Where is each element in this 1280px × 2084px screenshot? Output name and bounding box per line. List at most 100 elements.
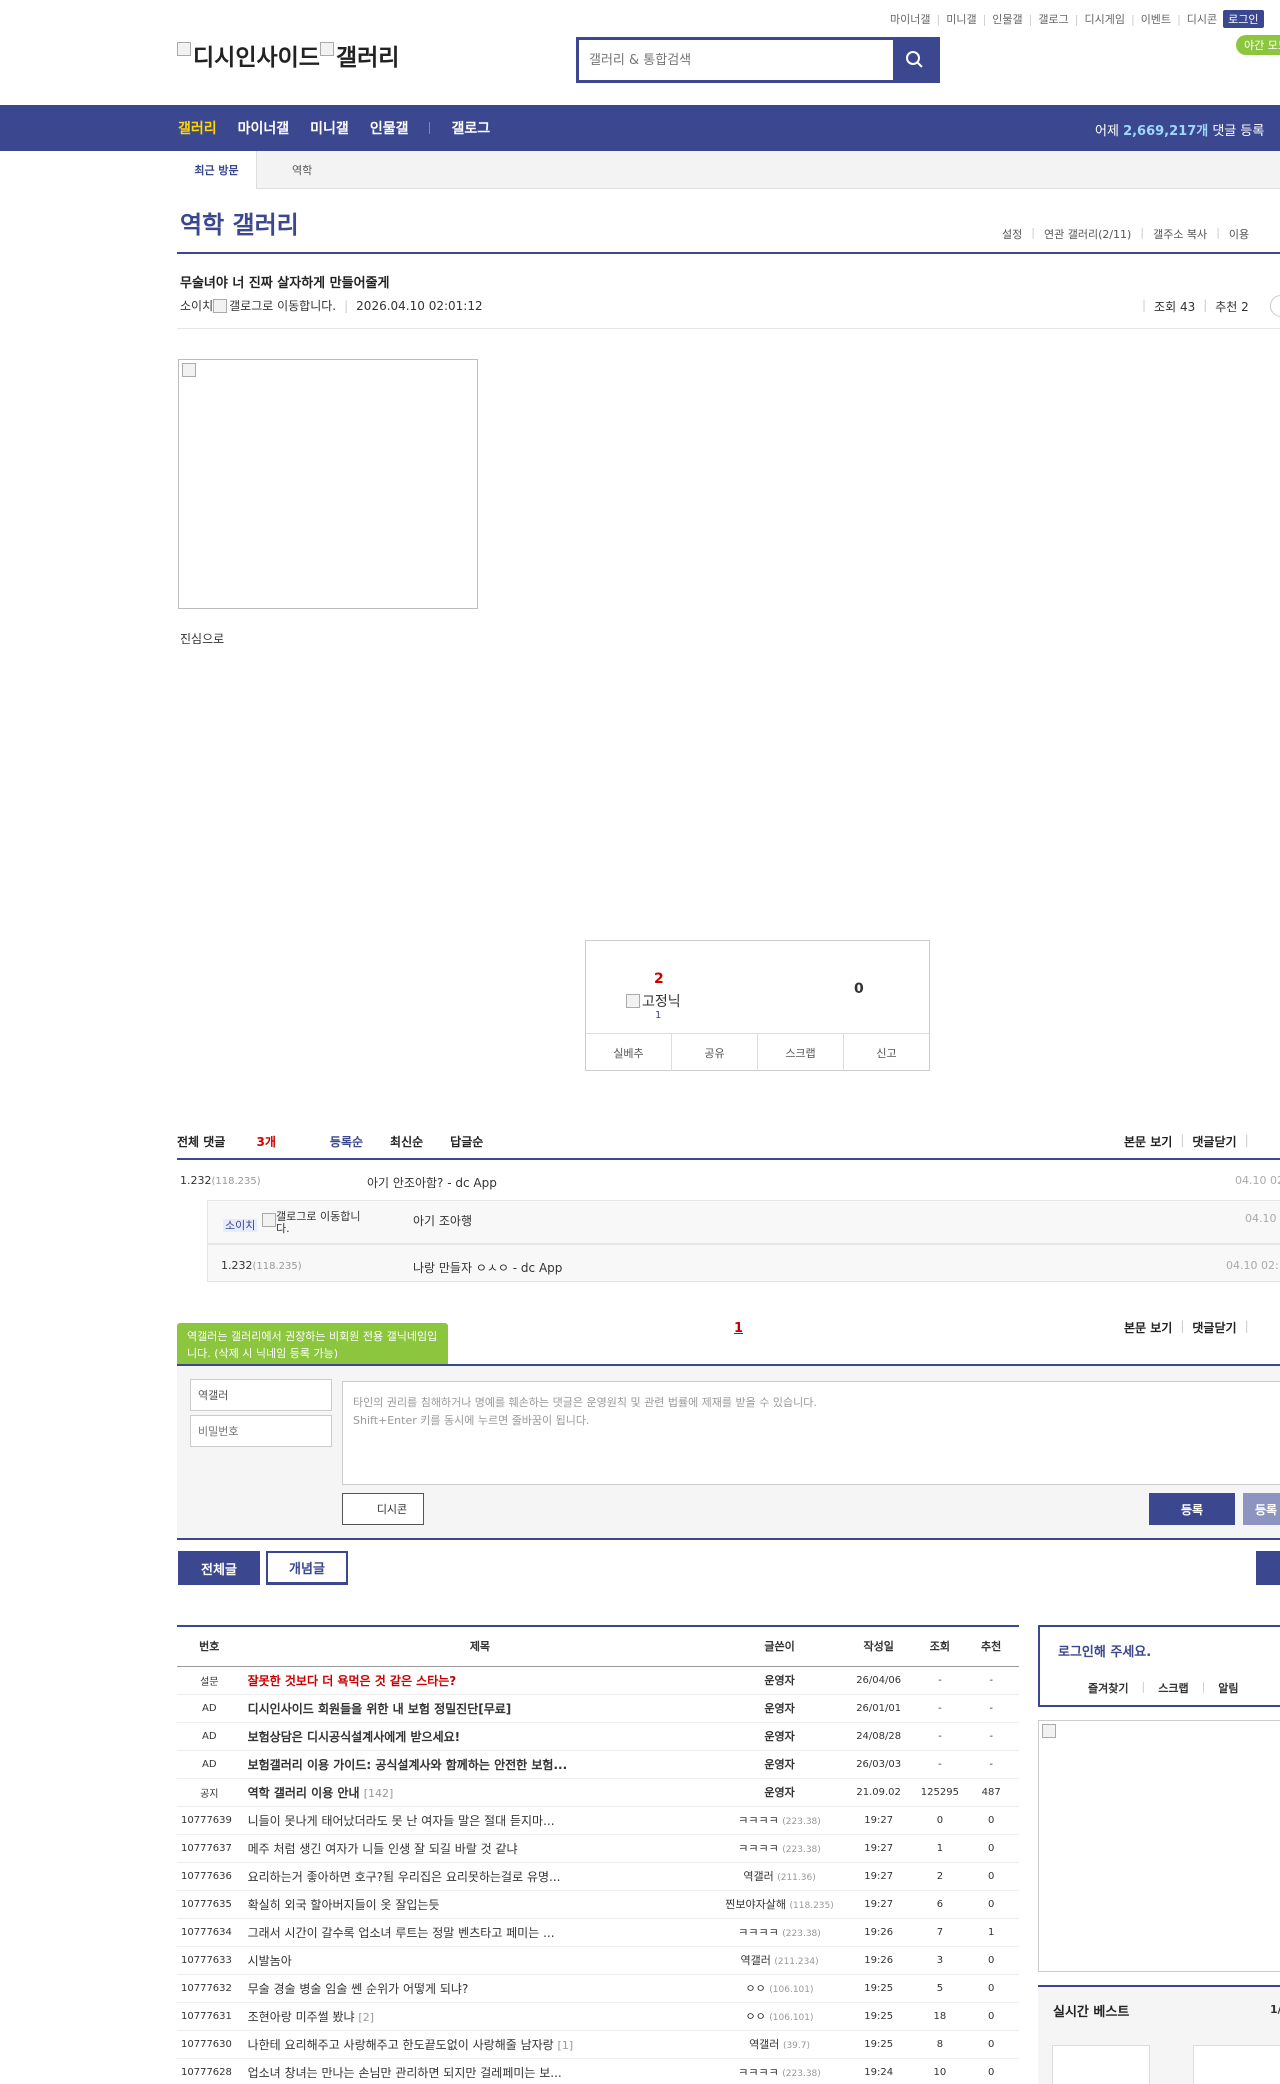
top-link-minor[interactable]: 마이너갤 (890, 11, 930, 27)
gnb-item-gallog[interactable]: 갤로그 (451, 118, 490, 138)
search-input[interactable] (579, 40, 893, 80)
silbe-button[interactable]: 실베추 (586, 1034, 672, 1071)
table-row[interactable]: 10777637 메주 처럼 생긴 여자가 니들 인생 잘 되길 바랄 것 같냐 ㅋ… (177, 1834, 1019, 1863)
gnb-item-person[interactable]: 인물갤 (370, 118, 409, 138)
table-row[interactable]: AD 디시인사이드 회원들을 위한 내 보험 정밀진단[무료] 운영자 26/01/… (177, 1694, 1019, 1723)
alarm-link[interactable]: 알림 (1218, 1680, 1238, 1696)
reply-count[interactable]: [142] (364, 1787, 394, 1800)
tab-register-order[interactable]: 등록순 (330, 1133, 363, 1150)
post-title-link[interactable]: 조현아랑 미주썰 봤냐 [2] (241, 2002, 719, 2031)
close-comments-button[interactable]: 댓글닫기 (1192, 1133, 1236, 1150)
post-title-link[interactable]: 나한테 요리해주고 사랑해주고 한도끝도없이 사랑해줄 남자랑 [1] (241, 2030, 719, 2059)
password-input[interactable] (190, 1415, 332, 1447)
concept-posts-button[interactable]: 개념글 (266, 1551, 348, 1585)
tab-latest[interactable]: 최신순 (390, 1133, 423, 1150)
table-row[interactable]: 공지 역학 갤러리 이용 안내 [142] 운영자 21.09.02 125295 48… (177, 1778, 1019, 1807)
post-title-link[interactable]: 역학 갤러리 이용 안내 [142] (241, 1778, 719, 1807)
post-writer[interactable]: 운영자 (718, 1778, 841, 1807)
table-row[interactable]: 10777630 나한테 요리해주고 사랑해주고 한도끝도없이 사랑해줄 남자랑 … (177, 2030, 1019, 2059)
scrap-button[interactable]: 스크랩 (758, 1034, 844, 1071)
table-row[interactable]: 10777635 확실히 외국 할아버지들이 옷 잘입는듯 찐보야자살해 (118.… (177, 1890, 1019, 1919)
post-writer[interactable]: ㅇㅇ (106.101) (718, 2002, 841, 2031)
post-title-link[interactable]: 업소녀 창녀는 만나는 손님만 관리하면 되지만 걸레페미는 보... (241, 2058, 719, 2084)
table-row[interactable]: 10777633 시발놈아 역갤러 (211.234) 19:26 3 0 (177, 1946, 1019, 1975)
usage-link[interactable]: 이용 (1229, 226, 1249, 242)
comment-bubble-icon[interactable] (1270, 295, 1280, 317)
gallog-link[interactable]: 갤로그로 이동합니다. (229, 297, 336, 314)
table-row[interactable]: AD 보험상담은 디시공식설계사에게 받으세요! 운영자 24/08/28- - (177, 1722, 1019, 1751)
post-title-link[interactable]: 잘못한 것보다 더 욕먹은 것 같은 스타는? (241, 1666, 719, 1695)
recent-visit-title[interactable]: 최근 방문 (177, 150, 257, 189)
post-writer[interactable]: ㅋㅋㅋㅋ (223.38) (718, 1834, 841, 1863)
nickname-input[interactable] (190, 1379, 332, 1411)
post-writer[interactable]: 역갤러 (211.234) (718, 1946, 841, 1975)
best-card[interactable] (1193, 2045, 1280, 2084)
top-link-game[interactable]: 디시게임 (1084, 11, 1124, 27)
table-row[interactable]: 10777632 무술 경술 병술 임술 쎈 순위가 어떻게 되냐? ㅇㅇ (106… (177, 1974, 1019, 2003)
login-button[interactable]: 로그인 (1223, 10, 1264, 28)
comment-nick[interactable]: 1.232(118.235) (180, 1174, 261, 1187)
post-writer[interactable]: ㅇㅇ (106.101) (718, 1974, 841, 2003)
search-button[interactable] (893, 40, 937, 80)
table-row[interactable]: 10777631 조현아랑 미주썰 봤냐 [2] ㅇㅇ (106.101) 19:25… (177, 2002, 1019, 2031)
table-row[interactable]: AD 보험갤러리 이용 가이드: 공식설계사와 함께하는 안전한 보험... 운영자… (177, 1750, 1019, 1779)
night-mode-toggle[interactable]: 야간 모드 (1236, 35, 1280, 55)
top-link-event[interactable]: 이벤트 (1141, 11, 1171, 27)
post-title-link[interactable]: 보험갤러리 이용 가이드: 공식설계사와 함께하는 안전한 보험... (241, 1750, 719, 1779)
post-writer[interactable]: ㅋㅋㅋㅋ (223.38) (718, 2058, 841, 2084)
table-row[interactable]: 10777639 니들이 못나게 태어났더라도 못 난 여자들 말은 절대 듣지마… (177, 1806, 1019, 1835)
best-card[interactable] (1052, 2045, 1150, 2084)
register-button[interactable]: 등록 (1149, 1493, 1235, 1525)
gallery-settings-link[interactable]: 설정 (1002, 226, 1022, 242)
comment-nick[interactable]: 소이치 (223, 1217, 258, 1233)
top-link-person[interactable]: 인물갤 (992, 11, 1022, 27)
post-writer[interactable]: 운영자 (718, 1750, 841, 1779)
table-row[interactable]: 10777634 그래서 시간이 갈수록 업소녀 루트는 정말 벤츠타고 페미는 … (177, 1918, 1019, 1947)
gallery-title[interactable]: 역학 갤러리 (180, 205, 299, 240)
post-title-link[interactable]: 시발놈아 (241, 1946, 719, 1975)
post-title-link[interactable]: 니들이 못나게 태어났더라도 못 난 여자들 말은 절대 듣지마... (241, 1806, 719, 1835)
gnb-item-mini[interactable]: 미니갤 (310, 118, 349, 138)
post-title-link[interactable]: 요리하는거 좋아하면 호구?됨 우리집은 요리못하는걸로 유명... (241, 1862, 719, 1891)
gnb-item-minor[interactable]: 마이너갤 (238, 118, 290, 138)
side-ad-banner[interactable] (1038, 1720, 1280, 1972)
recent-visit-item[interactable]: 역학 (292, 162, 312, 178)
reply-count[interactable]: [1] (558, 2039, 574, 2052)
write-button[interactable] (1256, 1551, 1280, 1585)
table-row[interactable]: 설문 잘못한 것보다 더 욕먹은 것 같은 스타는? 운영자 26/04/06- - (177, 1666, 1019, 1695)
post-writer[interactable]: 운영자 (718, 1666, 841, 1695)
post-writer[interactable]: ㅋㅋㅋㅋ (223.38) (718, 1806, 841, 1835)
view-post-button[interactable]: 본문 보기 (1124, 1133, 1172, 1150)
share-button[interactable]: 공유 (672, 1034, 758, 1071)
comment-nick[interactable]: 1.232(118.235) (221, 1259, 302, 1272)
site-logo[interactable]: 디시인사이드 갤러리 (177, 38, 399, 72)
favorites-link[interactable]: 즐겨찾기 (1088, 1680, 1128, 1696)
post-writer[interactable]: 역갤러 (211.36) (718, 1862, 841, 1891)
tab-reply-order[interactable]: 답글순 (450, 1133, 483, 1150)
post-title-link[interactable]: 무술 경술 병술 임술 쎈 순위가 어떻게 되냐? (241, 1974, 719, 2003)
post-title-link[interactable]: 확실히 외국 할아버지들이 옷 잘입는듯 (241, 1890, 719, 1919)
post-writer[interactable]: 운영자 (718, 1694, 841, 1723)
related-gallery-link[interactable]: 연관 갤러리(2/11) (1044, 226, 1131, 242)
post-writer[interactable]: 운영자 (718, 1722, 841, 1751)
post-title-link[interactable]: 메주 처럼 생긴 여자가 니들 인생 잘 되길 바랄 것 같냐 (241, 1834, 719, 1863)
post-title-link[interactable]: 그래서 시간이 갈수록 업소녀 루트는 정말 벤츠타고 페미는 ... (241, 1918, 719, 1947)
top-link-mini[interactable]: 미니갤 (946, 11, 976, 27)
close-comments-button[interactable]: 댓글닫기 (1192, 1319, 1236, 1336)
reply-count[interactable]: [2] (358, 2011, 374, 2024)
view-post-button[interactable]: 본문 보기 (1124, 1319, 1172, 1336)
dccon-button[interactable]: 디시콘 (342, 1493, 424, 1525)
comment-page-1[interactable]: 1 (734, 1321, 743, 1336)
post-image[interactable] (178, 359, 478, 609)
post-title-link[interactable]: 디시인사이드 회원들을 위한 내 보험 정밀진단[무료] (241, 1694, 719, 1723)
register-and-recommend-button[interactable]: 등록 (1243, 1493, 1280, 1525)
post-writer[interactable]: 역갤러 (39.7) (718, 2030, 841, 2059)
table-row[interactable]: 10777628 업소녀 창녀는 만나는 손님만 관리하면 되지만 걸레페미는 보… (177, 2058, 1019, 2084)
table-row[interactable]: 10777636 요리하는거 좋아하면 호구?됨 우리집은 요리못하는걸로 유명.… (177, 1862, 1019, 1891)
post-author[interactable]: 소이치 (180, 297, 213, 314)
top-link-dccon[interactable]: 디시콘 (1187, 11, 1217, 27)
scrap-link[interactable]: 스크랩 (1158, 1680, 1188, 1696)
post-writer[interactable]: ㅋㅋㅋㅋ (223.38) (718, 1918, 841, 1947)
comment-textarea[interactable]: 타인의 권리를 침해하거나 명예를 훼손하는 댓글은 운영원칙 및 관련 법률에… (342, 1381, 1280, 1485)
top-link-gallog[interactable]: 갤로그 (1038, 11, 1068, 27)
